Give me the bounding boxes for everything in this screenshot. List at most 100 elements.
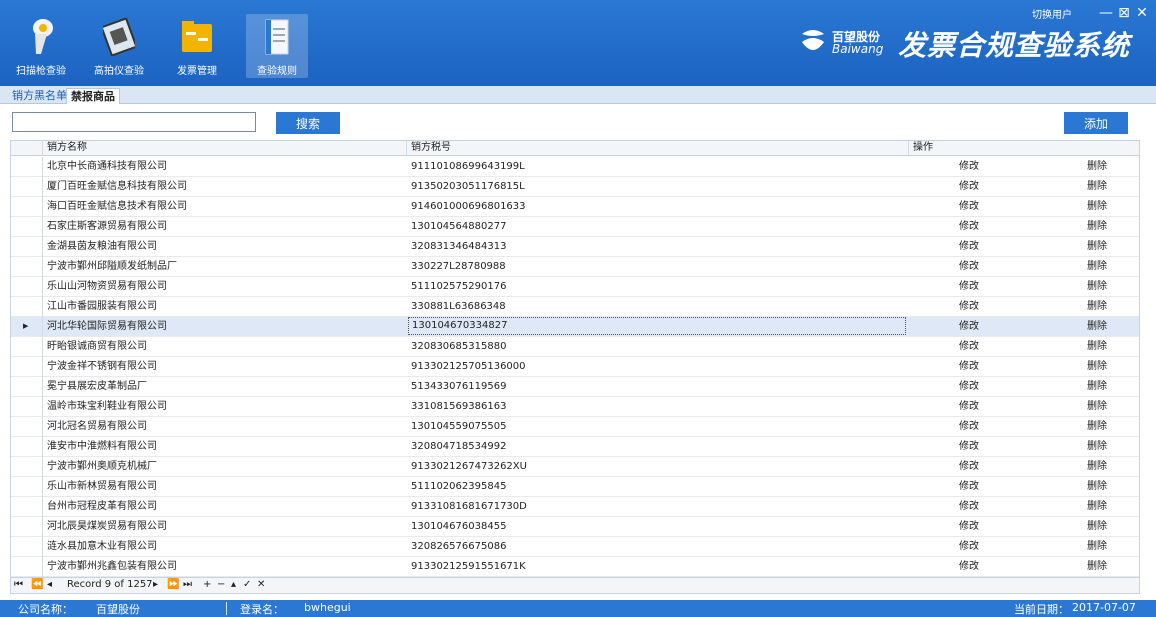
tax-number-cell[interactable]: 513433076119569 xyxy=(411,377,909,396)
prev-page-icon[interactable]: ⏪ xyxy=(31,579,43,590)
row-selector[interactable] xyxy=(11,297,43,317)
table-row[interactable]: 河北辰昊煤炭贸易有限公司 130104676038455 修改 删除 xyxy=(11,517,1139,537)
tax-number-cell[interactable]: 330881L63686348 xyxy=(411,297,909,316)
seller-name-cell[interactable]: 厦门百旺金赋信息科技有限公司 xyxy=(47,177,407,196)
edit-link[interactable]: 修改 xyxy=(959,277,999,296)
table-row[interactable]: 淮安市中淮燃料有限公司 320804718534992 修改 删除 xyxy=(11,437,1139,457)
delete-link[interactable]: 删除 xyxy=(1087,557,1127,576)
next-page-icon[interactable]: ⏩ xyxy=(167,579,179,590)
row-selector[interactable] xyxy=(11,337,43,357)
edit-link[interactable]: 修改 xyxy=(959,537,999,556)
delete-link[interactable]: 删除 xyxy=(1087,457,1127,476)
table-row[interactable]: 涟水县加意木业有限公司 320826576675086 修改 删除 xyxy=(11,537,1139,557)
tax-number-cell[interactable]: 130104676038455 xyxy=(411,517,909,536)
tax-number-cell[interactable]: 91331081681671730D xyxy=(411,497,909,516)
delete-link[interactable]: 删除 xyxy=(1087,157,1127,176)
edit-link[interactable]: 修改 xyxy=(959,397,999,416)
delete-link[interactable]: 删除 xyxy=(1087,297,1127,316)
row-selector[interactable] xyxy=(11,237,43,257)
prev-record-icon[interactable]: ◂ xyxy=(47,579,52,590)
table-row[interactable]: 乐山市新林贸易有限公司 511102062395845 修改 删除 xyxy=(11,477,1139,497)
edit-link[interactable]: 修改 xyxy=(959,557,999,576)
seller-name-cell[interactable]: 金湖县茵友粮油有限公司 xyxy=(47,237,407,256)
column-header-tax-number[interactable]: 销方税号 xyxy=(407,141,909,155)
delete-link[interactable]: 删除 xyxy=(1087,197,1127,216)
tool-camera-check[interactable]: 高拍仪查验 xyxy=(88,14,150,78)
row-selector[interactable] xyxy=(11,197,43,217)
edit-link[interactable]: 修改 xyxy=(959,497,999,516)
seller-name-cell[interactable]: 海口百旺金赋信息技术有限公司 xyxy=(47,197,407,216)
delete-link[interactable]: 删除 xyxy=(1087,497,1127,516)
row-selector[interactable] xyxy=(11,537,43,557)
seller-name-cell[interactable]: 河北辰昊煤炭贸易有限公司 xyxy=(47,517,407,536)
edit-link[interactable]: 修改 xyxy=(959,357,999,376)
delete-link[interactable]: 删除 xyxy=(1087,477,1127,496)
delete-link[interactable]: 删除 xyxy=(1087,397,1127,416)
row-selector[interactable] xyxy=(11,457,43,477)
delete-link[interactable]: 删除 xyxy=(1087,217,1127,236)
table-row[interactable]: 石家庄斯客源贸易有限公司 130104564880277 修改 删除 xyxy=(11,217,1139,237)
tax-number-cell[interactable]: 91110108699643199L xyxy=(411,157,909,176)
next-record-icon[interactable]: ▸ xyxy=(153,579,158,590)
seller-name-cell[interactable]: 台州市冠程皮革有限公司 xyxy=(47,497,407,516)
tax-number-cell[interactable]: 320830685315880 xyxy=(411,337,909,356)
seller-name-cell[interactable]: 宁波金祥不锈钢有限公司 xyxy=(47,357,407,376)
seller-name-cell[interactable]: 河北冠名贸易有限公司 xyxy=(47,417,407,436)
row-selector[interactable] xyxy=(11,497,43,517)
seller-name-cell[interactable]: 北京中长商通科技有限公司 xyxy=(47,157,407,176)
table-row[interactable]: 北京中长商通科技有限公司 91110108699643199L 修改 删除 xyxy=(11,157,1139,177)
tab-banned-goods[interactable]: 禁报商品 xyxy=(66,88,120,104)
row-selector[interactable] xyxy=(11,377,43,397)
table-row[interactable]: 盱眙银诚商贸有限公司 320830685315880 修改 删除 xyxy=(11,337,1139,357)
table-row[interactable]: 河北冠名贸易有限公司 130104559075505 修改 删除 xyxy=(11,417,1139,437)
tab-seller-blacklist[interactable]: 销方黑名单 xyxy=(8,88,71,104)
seller-name-cell[interactable]: 温岭市珠宝利鞋业有限公司 xyxy=(47,397,407,416)
first-record-icon[interactable]: ⏮ xyxy=(14,579,23,590)
table-row[interactable]: 冕宁县展宏皮革制品厂 513433076119569 修改 删除 xyxy=(11,377,1139,397)
edit-link[interactable]: 修改 xyxy=(959,237,999,256)
edit-link[interactable]: 修改 xyxy=(959,317,999,336)
edit-link[interactable]: 修改 xyxy=(959,297,999,316)
switch-user-link[interactable]: 切换用户 xyxy=(1032,6,1072,21)
delete-record-icon[interactable]: − xyxy=(217,579,225,590)
row-selector[interactable] xyxy=(11,257,43,277)
tax-number-cell[interactable]: 130104559075505 xyxy=(411,417,909,436)
row-selector[interactable] xyxy=(11,397,43,417)
seller-name-cell[interactable]: 宁波市鄞州邱隘顺发纸制品厂 xyxy=(47,257,407,276)
table-row[interactable]: 温岭市珠宝利鞋业有限公司 331081569386163 修改 删除 xyxy=(11,397,1139,417)
seller-name-cell[interactable]: 涟水县加意木业有限公司 xyxy=(47,537,407,556)
delete-link[interactable]: 删除 xyxy=(1087,317,1127,336)
edit-link[interactable]: 修改 xyxy=(959,197,999,216)
delete-link[interactable]: 删除 xyxy=(1087,257,1127,276)
edit-link[interactable]: 修改 xyxy=(959,257,999,276)
cancel-edit-icon[interactable]: ✕ xyxy=(257,579,265,590)
edit-link[interactable]: 修改 xyxy=(959,217,999,236)
seller-name-cell[interactable]: 乐山山河物资贸易有限公司 xyxy=(47,277,407,296)
delete-link[interactable]: 删除 xyxy=(1087,177,1127,196)
row-selector[interactable] xyxy=(11,357,43,377)
tax-number-cell[interactable]: 130104670334827 xyxy=(408,317,906,335)
seller-name-cell[interactable]: 淮安市中淮燃料有限公司 xyxy=(47,437,407,456)
tax-number-cell[interactable]: 511102575290176 xyxy=(411,277,909,296)
tax-number-cell[interactable]: 331081569386163 xyxy=(411,397,909,416)
delete-link[interactable]: 删除 xyxy=(1087,517,1127,536)
edit-link[interactable]: 修改 xyxy=(959,457,999,476)
add-record-icon[interactable]: + xyxy=(203,579,211,590)
tax-number-cell[interactable]: 320826576675086 xyxy=(411,537,909,556)
table-row[interactable]: 乐山山河物资贸易有限公司 511102575290176 修改 删除 xyxy=(11,277,1139,297)
table-row[interactable]: 厦门百旺金赋信息科技有限公司 91350203051176815L 修改 删除 xyxy=(11,177,1139,197)
minimize-icon[interactable]: — xyxy=(1098,5,1114,21)
delete-link[interactable]: 删除 xyxy=(1087,377,1127,396)
close-icon[interactable]: ✕ xyxy=(1134,5,1150,21)
column-header-seller-name[interactable]: 销方名称 xyxy=(43,141,407,155)
seller-name-cell[interactable]: 乐山市新林贸易有限公司 xyxy=(47,477,407,496)
delete-link[interactable]: 删除 xyxy=(1087,237,1127,256)
edit-record-icon[interactable]: ▴ xyxy=(231,579,236,590)
seller-name-cell[interactable]: 江山市番园服装有限公司 xyxy=(47,297,407,316)
tax-number-cell[interactable]: 320831346484313 xyxy=(411,237,909,256)
seller-name-cell[interactable]: 盱眙银诚商贸有限公司 xyxy=(47,337,407,356)
table-row[interactable]: 宁波市鄞州奥顺克机械厂 9133021267473262XU 修改 删除 xyxy=(11,457,1139,477)
row-selector[interactable] xyxy=(11,417,43,437)
tax-number-cell[interactable]: 91350203051176815L xyxy=(411,177,909,196)
add-button[interactable]: 添加 xyxy=(1064,112,1128,134)
